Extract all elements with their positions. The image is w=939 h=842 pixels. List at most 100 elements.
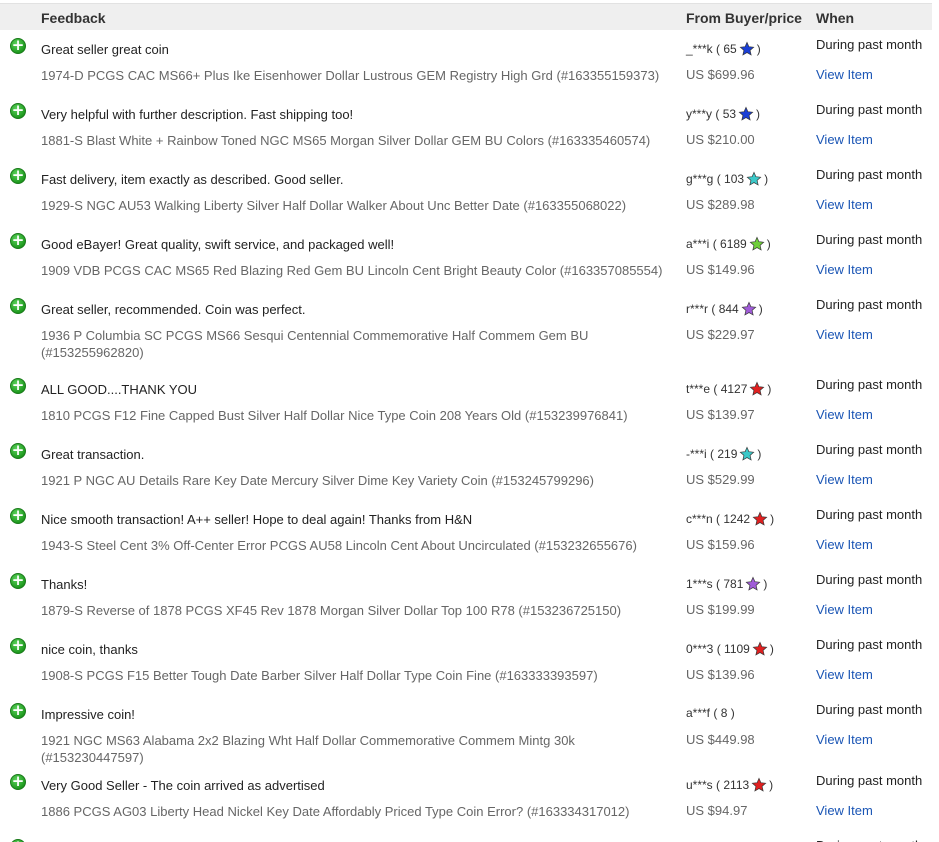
item-price: US $699.96 bbox=[686, 67, 755, 82]
buyer-score[interactable]: 219 bbox=[717, 447, 737, 461]
table-header: Feedback From Buyer/price When bbox=[0, 3, 932, 31]
feedback-star-icon bbox=[739, 446, 755, 465]
table-row: + Very Good Seller - The coin arrived as … bbox=[0, 766, 932, 832]
feedback-when: During past month bbox=[816, 702, 923, 717]
view-item-link[interactable]: View Item bbox=[816, 602, 873, 617]
view-item-link[interactable]: View Item bbox=[816, 67, 873, 82]
buyer-name[interactable]: a***f bbox=[686, 706, 710, 720]
feedback-star-icon bbox=[751, 777, 767, 796]
buyer-name[interactable]: t***e bbox=[686, 382, 710, 396]
view-item-link[interactable]: View Item bbox=[816, 472, 873, 487]
score-paren: ) bbox=[766, 237, 771, 251]
score-paren: ( bbox=[712, 577, 724, 591]
buyer-info[interactable]: t***e ( 4127) bbox=[686, 381, 771, 400]
feedback-when: During past month bbox=[816, 297, 923, 312]
buyer-info[interactable]: 0***3 ( 1109) bbox=[686, 641, 774, 660]
buyer-score[interactable]: 781 bbox=[723, 577, 743, 591]
feedback-when: During past month bbox=[816, 838, 922, 842]
score-paren: ( bbox=[712, 42, 724, 56]
view-item-link[interactable]: View Item bbox=[816, 262, 873, 277]
buyer-name[interactable]: -***i bbox=[686, 447, 707, 461]
positive-feedback-icon: + bbox=[10, 441, 26, 459]
item-title: 1929-S NGC AU53 Walking Liberty Silver H… bbox=[41, 198, 627, 213]
item-title: 1879-S Reverse of 1878 PCGS XF45 Rev 187… bbox=[41, 603, 622, 618]
positive-feedback-icon: + bbox=[10, 636, 26, 654]
table-row: +During past month bbox=[0, 831, 932, 842]
item-price: US $149.96 bbox=[686, 262, 755, 277]
score-paren: ( bbox=[710, 706, 721, 720]
buyer-info[interactable]: 1***s ( 781) bbox=[686, 576, 767, 595]
buyer-info[interactable]: g***g ( 103) bbox=[686, 171, 768, 190]
buyer-info[interactable]: u***s ( 2113) bbox=[686, 777, 773, 796]
table-row: + Good eBayer! Great quality, swift servi… bbox=[0, 225, 932, 291]
item-title: 1943-S Steel Cent 3% Off-Center Error PC… bbox=[41, 538, 637, 553]
score-paren: ) bbox=[756, 42, 761, 56]
feedback-when: During past month bbox=[816, 102, 923, 117]
feedback-star-icon bbox=[739, 41, 755, 60]
feedback-comment: Very helpful with further description. F… bbox=[41, 107, 354, 122]
feedback-comment: Fast delivery, item exactly as described… bbox=[41, 172, 344, 187]
header-feedback: Feedback bbox=[41, 10, 106, 26]
buyer-info[interactable]: _***k ( 65) bbox=[686, 41, 761, 60]
view-item-link[interactable]: View Item bbox=[816, 537, 873, 552]
buyer-score[interactable]: 1242 bbox=[723, 512, 750, 526]
view-item-link[interactable]: View Item bbox=[816, 803, 873, 818]
buyer-name[interactable]: _***k bbox=[686, 42, 713, 56]
feedback-when: During past month bbox=[816, 773, 923, 788]
buyer-score[interactable]: 53 bbox=[723, 107, 736, 121]
feedback-comment: Great transaction. bbox=[41, 447, 145, 462]
buyer-score[interactable]: 1109 bbox=[724, 642, 750, 656]
feedback-comment: Great seller great coin bbox=[41, 42, 169, 57]
buyer-name[interactable]: c***n bbox=[686, 512, 713, 526]
buyer-name[interactable]: 1***s bbox=[686, 577, 713, 591]
score-paren: ) bbox=[758, 302, 763, 316]
view-item-link[interactable]: View Item bbox=[816, 197, 873, 212]
buyer-info[interactable]: y***y ( 53) bbox=[686, 106, 760, 125]
score-paren: ) bbox=[770, 512, 775, 526]
feedback-comment: ALL GOOD....THANK YOU bbox=[41, 382, 198, 397]
buyer-name[interactable]: r***r bbox=[686, 302, 708, 316]
view-item-link[interactable]: View Item bbox=[816, 667, 873, 682]
feedback-star-icon bbox=[749, 236, 765, 255]
table-row: + Very helpful with further description. … bbox=[0, 95, 932, 161]
item-price: US $139.97 bbox=[686, 407, 755, 422]
buyer-name[interactable]: a***i bbox=[686, 237, 709, 251]
buyer-score[interactable]: 6189 bbox=[720, 237, 747, 251]
positive-feedback-icon: + bbox=[10, 571, 26, 589]
buyer-info[interactable]: r***r ( 844) bbox=[686, 301, 763, 320]
feedback-star-icon bbox=[749, 381, 765, 400]
feedback-comment: Thanks! bbox=[41, 577, 88, 592]
feedback-comment: Nice smooth transaction! A++ seller! Hop… bbox=[41, 512, 473, 527]
buyer-score[interactable]: 4127 bbox=[721, 382, 748, 396]
view-item-link[interactable]: View Item bbox=[816, 407, 873, 422]
buyer-info[interactable]: a***i ( 6189) bbox=[686, 236, 771, 255]
feedback-table: Feedback From Buyer/price When + Great se… bbox=[0, 0, 939, 842]
score-paren: ( bbox=[712, 778, 724, 792]
item-price: US $289.98 bbox=[686, 197, 755, 212]
feedback-star-icon bbox=[752, 511, 768, 530]
view-item-link[interactable]: View Item bbox=[816, 732, 873, 747]
item-price: US $449.98 bbox=[686, 732, 755, 747]
view-item-link[interactable]: View Item bbox=[816, 132, 873, 147]
buyer-score[interactable]: 844 bbox=[719, 302, 739, 316]
header-buyer-price: From Buyer/price bbox=[686, 10, 802, 26]
item-title: 1810 PCGS F12 Fine Capped Bust Silver Ha… bbox=[41, 408, 628, 423]
view-item-link[interactable]: View Item bbox=[816, 327, 873, 342]
score-paren: ) bbox=[757, 447, 762, 461]
buyer-score[interactable]: 65 bbox=[723, 42, 736, 56]
feedback-when: During past month bbox=[816, 572, 923, 587]
buyer-name[interactable]: y***y bbox=[686, 107, 712, 121]
score-paren: ) bbox=[767, 382, 772, 396]
feedback-when: During past month bbox=[816, 507, 923, 522]
feedback-comment: Very Good Seller - The coin arrived as a… bbox=[41, 778, 325, 793]
buyer-info[interactable]: -***i ( 219) bbox=[686, 446, 761, 465]
buyer-name[interactable]: g***g bbox=[686, 172, 713, 186]
buyer-score[interactable]: 103 bbox=[724, 172, 744, 186]
buyer-info[interactable]: a***f ( 8 ) bbox=[686, 706, 735, 720]
buyer-info[interactable]: c***n ( 1242) bbox=[686, 511, 774, 530]
feedback-when: During past month bbox=[816, 37, 923, 52]
item-price: US $199.99 bbox=[686, 602, 755, 617]
buyer-name[interactable]: u***s bbox=[686, 778, 713, 792]
buyer-name[interactable]: 0***3 bbox=[686, 642, 713, 656]
buyer-score[interactable]: 2113 bbox=[723, 778, 749, 792]
